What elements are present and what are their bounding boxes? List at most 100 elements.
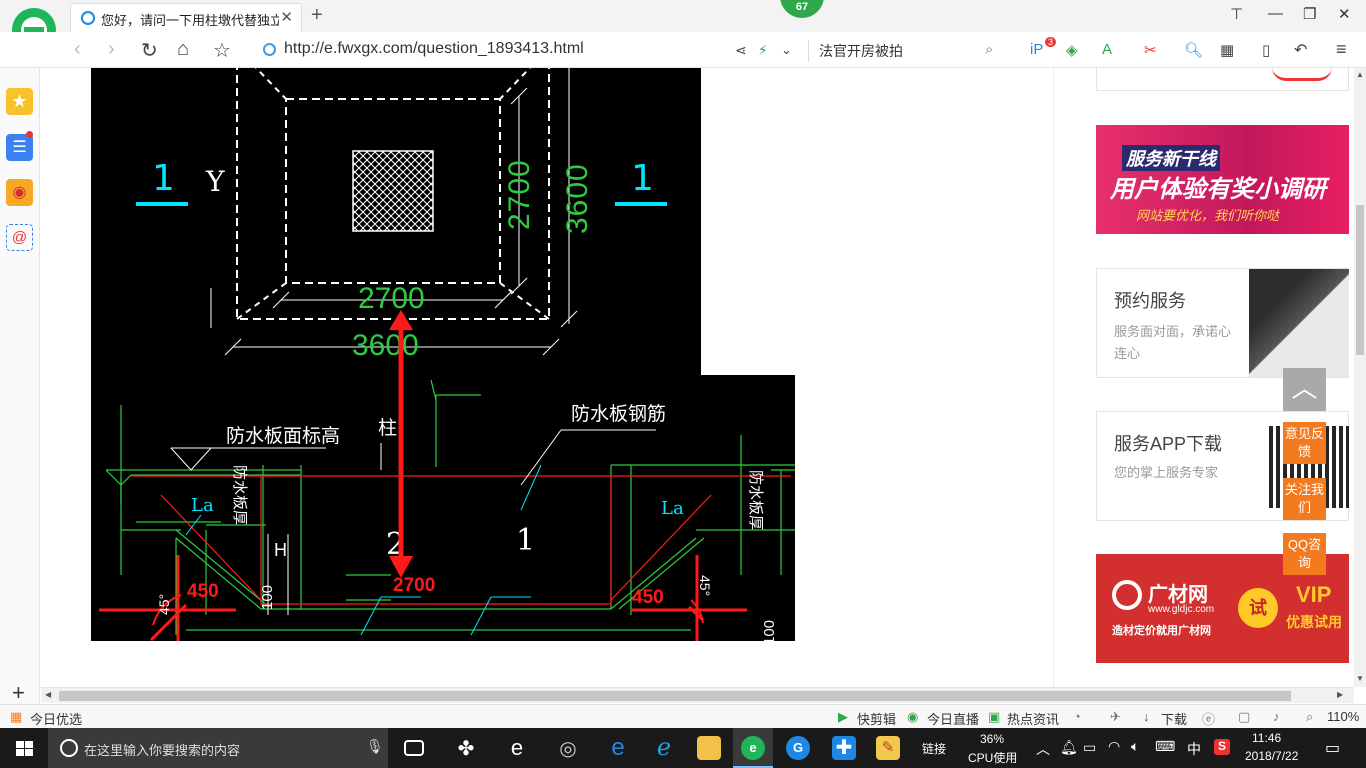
glodon-app-icon[interactable]: G [786, 736, 810, 760]
show-hidden-icons[interactable]: ︿ [1036, 739, 1050, 759]
notification-badge[interactable]: 67 [780, 0, 824, 18]
list-icon[interactable]: ☰ [6, 134, 33, 161]
horizontal-scroll-thumb[interactable] [59, 691, 1291, 701]
sogou-ime-icon[interactable]: S [1214, 739, 1230, 755]
cortana-icon [60, 739, 78, 757]
action-center-icon[interactable]: ▭ [1325, 738, 1340, 758]
plus-app-icon[interactable]: ✚ [832, 736, 856, 760]
chevron-down-icon[interactable]: ⌄ [781, 42, 792, 58]
maximize-button[interactable]: ❐ [1303, 5, 1316, 23]
notes-app-icon[interactable]: ✎ [876, 736, 900, 760]
task-view-icon[interactable] [404, 740, 424, 756]
active-app-highlight[interactable]: e [733, 728, 773, 768]
status-news[interactable]: 热点资讯 [1007, 709, 1059, 728]
shield-icon[interactable]: ◈ [1066, 41, 1078, 59]
menu-icon[interactable]: ≡ [1336, 39, 1347, 60]
survey-ad-banner[interactable]: 服务新干线 用户体验有奖小调研 网站要优化，我们听你哒 [1096, 125, 1349, 234]
status-zoom[interactable]: 110% [1327, 709, 1359, 724]
window-icon[interactable]: ▢ [1238, 709, 1250, 725]
taskbar-link-label[interactable]: 链接 [922, 740, 946, 757]
scroll-right-icon[interactable]: ▶ [1337, 690, 1343, 699]
status-live[interactable]: 今日直播 [927, 709, 979, 728]
partial-card[interactable] [1096, 68, 1349, 91]
back-to-top-button[interactable]: ︿ [1283, 368, 1326, 411]
booking-title: 预约服务 [1114, 291, 1186, 311]
share-icon[interactable]: ⋖ [735, 42, 747, 59]
cad-section-drawing: 防水板面标高 柱 防水板钢筋 防水板厚 防水板厚 La La H 100 100… [91, 375, 795, 645]
gldjc-vip: VIP [1296, 582, 1332, 607]
search-input[interactable]: 法官开房被拍 [819, 41, 903, 61]
taskbar-search-box[interactable]: 在这里输入你要搜索的内容 🎙︎ [48, 728, 388, 768]
wifi-icon[interactable]: ◠ [1108, 738, 1120, 755]
browser-tab[interactable]: 您好，请问一下用柱墩代替独立基 ✕ [70, 3, 302, 32]
url-field[interactable]: http://e.fwxgx.com/question_1893413.html [284, 40, 584, 58]
feedback-button[interactable]: 意见反馈 [1283, 422, 1326, 464]
panel-divider [1053, 68, 1054, 687]
label-board-thickness-left: 防水板厚 [231, 465, 248, 526]
minimize-button[interactable]: — [1268, 5, 1283, 22]
battery-icon[interactable]: ▭ [1083, 739, 1096, 756]
undo-icon[interactable]: ↶ [1294, 40, 1307, 60]
label-rebar: 防水板钢筋 [571, 403, 667, 425]
status-download[interactable]: 下载 [1161, 709, 1187, 728]
gldjc-url: www.gldjc.com [1148, 604, 1215, 615]
close-window-button[interactable]: ✕ [1338, 5, 1351, 23]
scissors-icon[interactable]: ✂ [1144, 41, 1157, 59]
phone-icon[interactable]: ▯ [1262, 41, 1270, 59]
follow-us-button[interactable]: 关注我们 [1283, 478, 1326, 520]
notification-bell-icon[interactable]: 🔔︎ [1060, 739, 1078, 756]
label-h: H [274, 540, 287, 560]
extension-ip-icon[interactable]: iP [1030, 41, 1043, 58]
zoom-icon[interactable]: ⌕ [1306, 709, 1313, 725]
refresh-icon[interactable]: ↻ [141, 38, 158, 63]
title-bar: 您好，请问一下用柱墩代替独立基 ✕ + 67 ⊤ — ❐ ✕ [0, 0, 1366, 32]
apps-grid-icon[interactable]: ▦ [1220, 41, 1234, 59]
magnifier-icon[interactable]: 🔍︎ [1184, 41, 1203, 59]
microphone-icon[interactable]: 🎙︎ [366, 738, 384, 755]
volume-icon[interactable]: 🔈︎ [1131, 738, 1139, 755]
status-today-picks[interactable]: 今日优选 [30, 709, 82, 728]
sound-icon[interactable]: ♪ [1273, 709, 1280, 724]
forward-icon[interactable]: › [108, 38, 115, 61]
red-dot-badge [26, 131, 33, 138]
back-icon[interactable]: ‹ [74, 38, 81, 61]
vertical-scroll-thumb[interactable] [1356, 205, 1364, 355]
scroll-up-icon[interactable]: ▲ [1356, 70, 1364, 79]
status-kuaijianji[interactable]: 快剪辑 [857, 709, 896, 728]
app-download-title: 服务APP下载 [1114, 434, 1223, 454]
ie-browser-icon[interactable]: e [505, 736, 529, 760]
file-explorer-icon[interactable] [697, 736, 721, 760]
new-tab-button[interactable]: + [311, 4, 323, 27]
swirl-app-icon[interactable]: ◎ [556, 736, 580, 760]
scroll-left-icon[interactable]: ◀ [45, 690, 51, 699]
booking-service-card[interactable]: 预约服务 服务面对面，承诺心连心 [1096, 268, 1349, 378]
section-mark-left: 1 [152, 158, 175, 199]
speed-dial-icon[interactable]: ◔ [1073, 709, 1081, 724]
ime-indicator[interactable]: 中 [1187, 739, 1201, 759]
pinwheel-app-icon[interactable]: ✤ [454, 736, 478, 760]
translate-icon[interactable]: A [1102, 41, 1112, 58]
email-icon[interactable]: @ [6, 224, 33, 251]
add-sidebar-icon[interactable]: + [12, 680, 25, 706]
download-icon[interactable]: ↓ [1143, 709, 1150, 724]
keyboard-icon[interactable]: ⌨ [1155, 738, 1175, 755]
scroll-down-icon[interactable]: ▼ [1356, 674, 1364, 683]
qq-consult-button[interactable]: QQ咨询 [1283, 533, 1326, 575]
clock-time[interactable]: 11:46 [1252, 731, 1281, 745]
skin-icon[interactable]: ⊤ [1230, 5, 1243, 23]
tab-close-icon[interactable]: ✕ [280, 8, 293, 26]
weibo-icon[interactable]: ◉ [6, 179, 33, 206]
horizontal-scrollbar[interactable]: ◀ ▶ [41, 687, 1354, 703]
internet-explorer-icon[interactable]: ℯ [652, 736, 676, 760]
browser-mode-icon[interactable]: ⓔ [1202, 709, 1215, 728]
favorites-star-icon[interactable]: ★ [6, 88, 33, 115]
clock-date[interactable]: 2018/7/22 [1245, 749, 1298, 763]
windows-start-icon[interactable] [16, 741, 33, 756]
pin-icon[interactable]: ✈ [1110, 709, 1121, 725]
favorite-star-icon[interactable]: ☆ [213, 38, 231, 63]
vertical-scrollbar[interactable]: ▲ ▼ [1354, 68, 1366, 687]
speed-icon[interactable]: ⚡ [758, 42, 768, 59]
edge-icon[interactable]: e [606, 736, 630, 760]
search-icon[interactable]: ⌕ [985, 41, 993, 58]
home-icon[interactable]: ⌂ [177, 38, 189, 61]
